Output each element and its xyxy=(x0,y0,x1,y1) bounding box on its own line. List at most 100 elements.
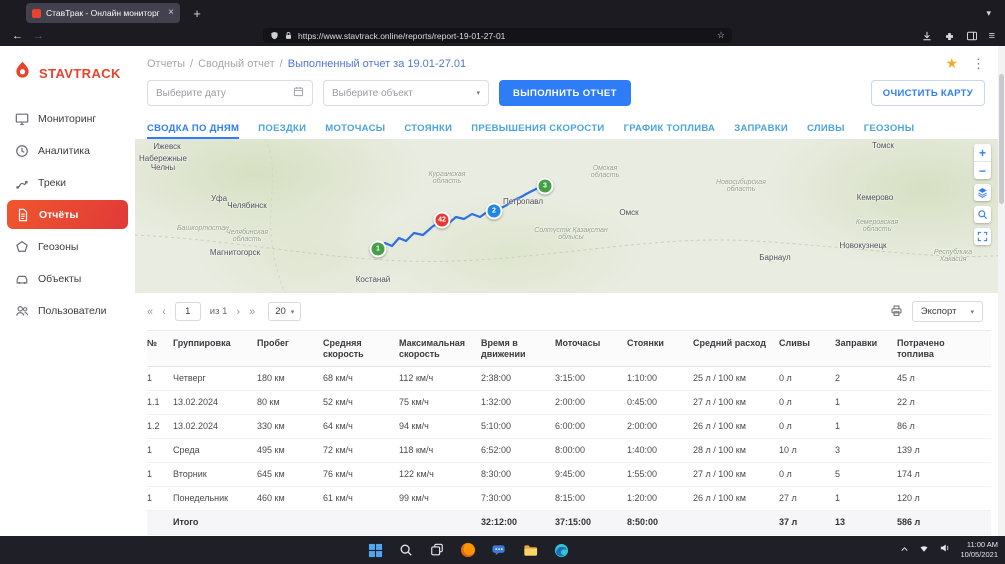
menu-hamburger-icon[interactable]: ≡ xyxy=(989,31,995,42)
objects-icon xyxy=(14,271,29,286)
column-header: Пробег xyxy=(257,331,323,367)
table-cell: 1:20:00 xyxy=(627,487,693,511)
run-report-button[interactable]: ВЫПОЛНИТЬ ОТЧЕТ xyxy=(499,80,631,106)
object-select[interactable]: Выберите объект ▾ xyxy=(323,80,489,106)
tray-chevron-icon[interactable] xyxy=(900,541,909,559)
table-total-cell xyxy=(399,511,481,535)
tab-overflow-chevron-icon[interactable]: ▾ xyxy=(986,8,991,19)
chevron-down-icon: ▾ xyxy=(970,308,974,316)
tab-fuel-chart[interactable]: ГРАФИК ТОПЛИВА xyxy=(624,123,716,139)
page-size-select[interactable]: 20 ▾ xyxy=(268,302,301,321)
tab-trips[interactable]: ПОЕЗДКИ xyxy=(258,123,306,139)
export-select[interactable]: Экспорт ▾ xyxy=(912,301,983,322)
sidebar-item-analytics[interactable]: Аналитика xyxy=(0,135,135,166)
tab-close-icon[interactable]: × xyxy=(168,8,174,18)
zoom-out-button[interactable]: − xyxy=(974,162,991,179)
sidebar-item-label: Геозоны xyxy=(38,241,78,253)
print-button[interactable] xyxy=(890,304,903,320)
table-total-cell: 8:50:00 xyxy=(627,511,693,535)
table-cell: 118 км/ч xyxy=(399,439,481,463)
tab-summary-by-days[interactable]: СВОДКА ПО ДНЯМ xyxy=(147,123,239,139)
new-tab-button[interactable]: + xyxy=(188,6,206,21)
taskbar-search-icon[interactable] xyxy=(394,538,418,562)
back-button[interactable]: ← xyxy=(12,30,23,42)
url-input[interactable]: https://www.stavtrack.online/reports/rep… xyxy=(263,28,732,43)
geozones-icon xyxy=(14,239,29,254)
page-count-label: из 1 xyxy=(210,306,228,317)
next-page-button[interactable]: › xyxy=(236,306,240,318)
table-cell: 27 л xyxy=(779,487,835,511)
teams-chat-icon[interactable] xyxy=(487,538,511,562)
download-icon[interactable] xyxy=(921,30,933,42)
favorite-star-icon[interactable]: ★ xyxy=(945,55,958,72)
last-page-button[interactable]: » xyxy=(249,306,255,318)
table-cell: Среда xyxy=(173,439,257,463)
url-text: https://www.stavtrack.online/reports/rep… xyxy=(298,31,712,41)
table-cell: 61 км/ч xyxy=(323,487,399,511)
scrollbar-thumb[interactable] xyxy=(999,74,1004,204)
browser-tab[interactable]: СтавТрак - Онлайн мониторг × xyxy=(26,3,180,23)
table-cell: 8:15:00 xyxy=(555,487,627,511)
taskbar-clock[interactable]: 11:00 AM 10/05/2021 xyxy=(960,540,998,560)
table-cell: 99 км/ч xyxy=(399,487,481,511)
tab-refuels[interactable]: ЗАПРАВКИ xyxy=(734,123,788,139)
stavtrack-logo-icon xyxy=(12,60,33,86)
breadcrumb-reports[interactable]: Отчеты xyxy=(147,58,185,70)
firefox-icon[interactable] xyxy=(456,538,480,562)
tab-parkings[interactable]: СТОЯНКИ xyxy=(404,123,452,139)
table-total-cell: Итого xyxy=(173,511,257,535)
clock-date: 10/05/2021 xyxy=(960,550,998,560)
extensions-puzzle-icon[interactable] xyxy=(944,31,955,42)
sidebar-item-tracks[interactable]: Треки xyxy=(0,167,135,198)
map-marker[interactable]: 42 xyxy=(434,212,451,229)
page-scrollbar[interactable] xyxy=(998,46,1005,536)
edge-icon[interactable] xyxy=(549,538,573,562)
map[interactable]: ИжевскНабережные ЧелныУфаБашкортостанЧел… xyxy=(135,139,1005,293)
start-button[interactable] xyxy=(363,538,387,562)
page-number-input[interactable]: 1 xyxy=(175,302,201,321)
sidebar-panel-icon[interactable] xyxy=(966,30,978,42)
table-total-cell xyxy=(323,511,399,535)
sidebar-item-users[interactable]: Пользователи xyxy=(0,295,135,326)
map-marker[interactable]: 2 xyxy=(486,203,503,220)
prev-page-button[interactable]: ‹ xyxy=(162,306,166,318)
sidebar-item-reports[interactable]: Отчёты xyxy=(7,200,128,229)
zoom-in-button[interactable]: + xyxy=(974,144,991,162)
tab-speeding[interactable]: ПРЕВЫШЕНИЯ СКОРОСТИ xyxy=(471,123,604,139)
sidebar-item-geozones[interactable]: Геозоны xyxy=(0,231,135,262)
map-marker[interactable]: 3 xyxy=(537,178,554,195)
sidebar-item-monitoring[interactable]: Мониторинг xyxy=(0,103,135,134)
fullscreen-button[interactable] xyxy=(974,228,991,245)
table-cell: 80 км xyxy=(257,391,323,415)
filter-row: Выберите дату Выберите объект ▾ ВЫПОЛНИТ… xyxy=(135,77,1005,115)
sidebar-item-objects[interactable]: Объекты xyxy=(0,263,135,294)
file-explorer-icon[interactable] xyxy=(518,538,542,562)
network-wifi-icon[interactable] xyxy=(918,541,930,559)
map-marker[interactable]: 1 xyxy=(370,241,387,258)
date-picker-input[interactable]: Выберите дату xyxy=(147,80,313,106)
reports-icon xyxy=(15,207,30,222)
tab-engine-hours[interactable]: МОТОЧАСЫ xyxy=(325,123,385,139)
tab-geozones[interactable]: ГЕОЗОНЫ xyxy=(864,123,915,139)
table-cell: 1:40:00 xyxy=(627,439,693,463)
layers-button[interactable] xyxy=(974,184,991,201)
bookmark-star-icon[interactable]: ☆ xyxy=(717,30,725,41)
clear-map-button[interactable]: ОЧИСТИТЬ КАРТУ xyxy=(871,80,985,106)
table-cell: 0 л xyxy=(779,463,835,487)
first-page-button[interactable]: « xyxy=(147,306,153,318)
calendar-icon xyxy=(293,86,304,100)
forward-button[interactable]: → xyxy=(33,30,44,42)
tab-drains[interactable]: СЛИВЫ xyxy=(807,123,845,139)
kebab-menu-icon[interactable]: ⋮ xyxy=(972,56,985,72)
table-cell: 2:00:00 xyxy=(627,415,693,439)
app-logo[interactable]: STAVTRACK xyxy=(0,46,135,102)
map-search-button[interactable] xyxy=(974,206,991,223)
table-cell: 45 л xyxy=(897,367,991,391)
task-view-icon[interactable] xyxy=(425,538,449,562)
table-cell: 25 л / 100 км xyxy=(693,367,779,391)
breadcrumb-summary-report[interactable]: Сводный отчет xyxy=(198,58,275,70)
table-total-cell: 13 xyxy=(835,511,897,535)
monitor-icon xyxy=(14,111,29,126)
column-header: Заправки xyxy=(835,331,897,367)
volume-icon[interactable] xyxy=(939,541,951,559)
